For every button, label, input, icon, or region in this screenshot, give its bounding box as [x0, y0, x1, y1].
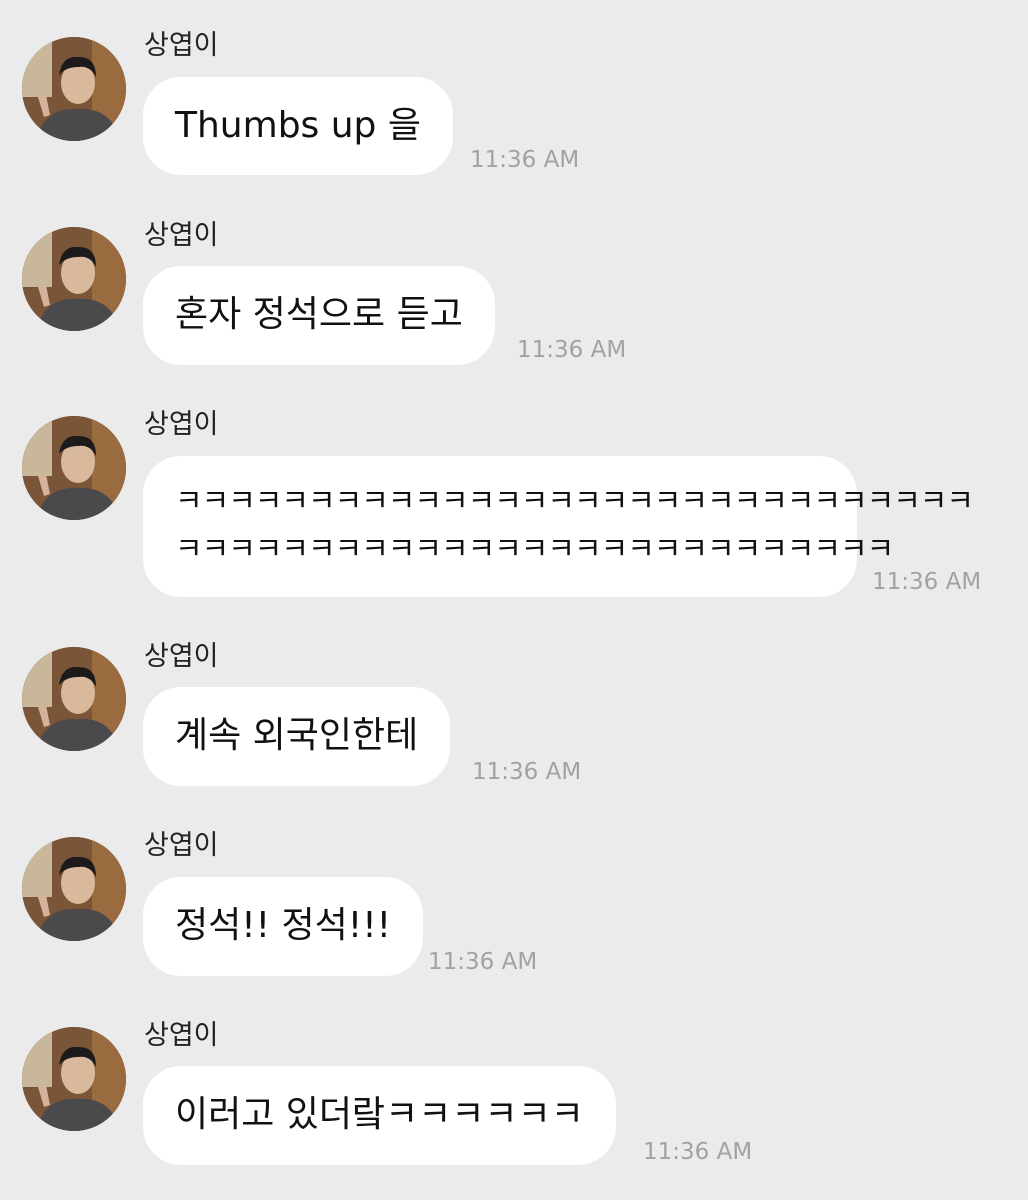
timestamp: 11:36 AM [428, 949, 538, 975]
timestamp: 11:36 AM [470, 147, 580, 173]
message-text: 계속 외국인한테 [175, 715, 419, 756]
message-text-line-2: ㅋㅋㅋㅋㅋㅋㅋㅋㅋㅋㅋㅋㅋㅋㅋㅋㅋㅋㅋㅋㅋㅋㅋㅋㅋㅋㅋ [175, 532, 894, 567]
message-text-line-1: ㅋㅋㅋㅋㅋㅋㅋㅋㅋㅋㅋㅋㅋㅋㅋㅋㅋㅋㅋㅋㅋㅋㅋㅋㅋㅋㅋㅋㅋㅋ [175, 484, 974, 519]
message-bubble[interactable]: 이러고 있더랔ㅋㅋㅋㅋㅋㅋ [143, 1066, 616, 1165]
sender-name: 상엽이 [144, 1020, 219, 1051]
profile-photo-icon [22, 416, 126, 520]
message-bubble[interactable]: 혼자 정석으로 듣고 [143, 266, 495, 365]
sender-name: 상엽이 [144, 641, 219, 672]
message-text: 혼자 정석으로 듣고 [175, 294, 463, 335]
profile-photo-icon [22, 37, 126, 141]
sender-name: 상엽이 [144, 830, 219, 861]
avatar[interactable] [22, 837, 126, 941]
avatar[interactable] [22, 416, 126, 520]
message-text: 정석!! 정석!!! [175, 905, 392, 946]
timestamp: 11:36 AM [517, 337, 627, 363]
profile-photo-icon [22, 1027, 126, 1131]
message-text: 이러고 있더랔ㅋㅋㅋㅋㅋㅋ [175, 1094, 584, 1135]
avatar[interactable] [22, 647, 126, 751]
timestamp: 11:36 AM [472, 759, 582, 785]
sender-name: 상엽이 [144, 409, 219, 440]
timestamp: 11:36 AM [872, 569, 982, 595]
message-bubble[interactable]: 정석!! 정석!!! [143, 877, 424, 976]
sender-name: 상엽이 [144, 30, 219, 61]
message-bubble[interactable]: 계속 외국인한테 [143, 687, 451, 786]
avatar[interactable] [22, 1027, 126, 1131]
avatar[interactable] [22, 37, 126, 141]
timestamp: 11:36 AM [643, 1139, 753, 1165]
message-bubble[interactable]: ㅋㅋㅋㅋㅋㅋㅋㅋㅋㅋㅋㅋㅋㅋㅋㅋㅋㅋㅋㅋㅋㅋㅋㅋㅋㅋㅋㅋㅋㅋ ㅋㅋㅋㅋㅋㅋㅋㅋㅋ… [143, 456, 974, 597]
profile-photo-icon [22, 837, 126, 941]
message-bubble[interactable]: Thumbs up 을 [143, 77, 453, 175]
profile-photo-icon [22, 647, 126, 751]
avatar[interactable] [22, 227, 126, 331]
profile-photo-icon [22, 227, 126, 331]
sender-name: 상엽이 [144, 220, 219, 251]
message-text: Thumbs up 을 [175, 105, 421, 146]
